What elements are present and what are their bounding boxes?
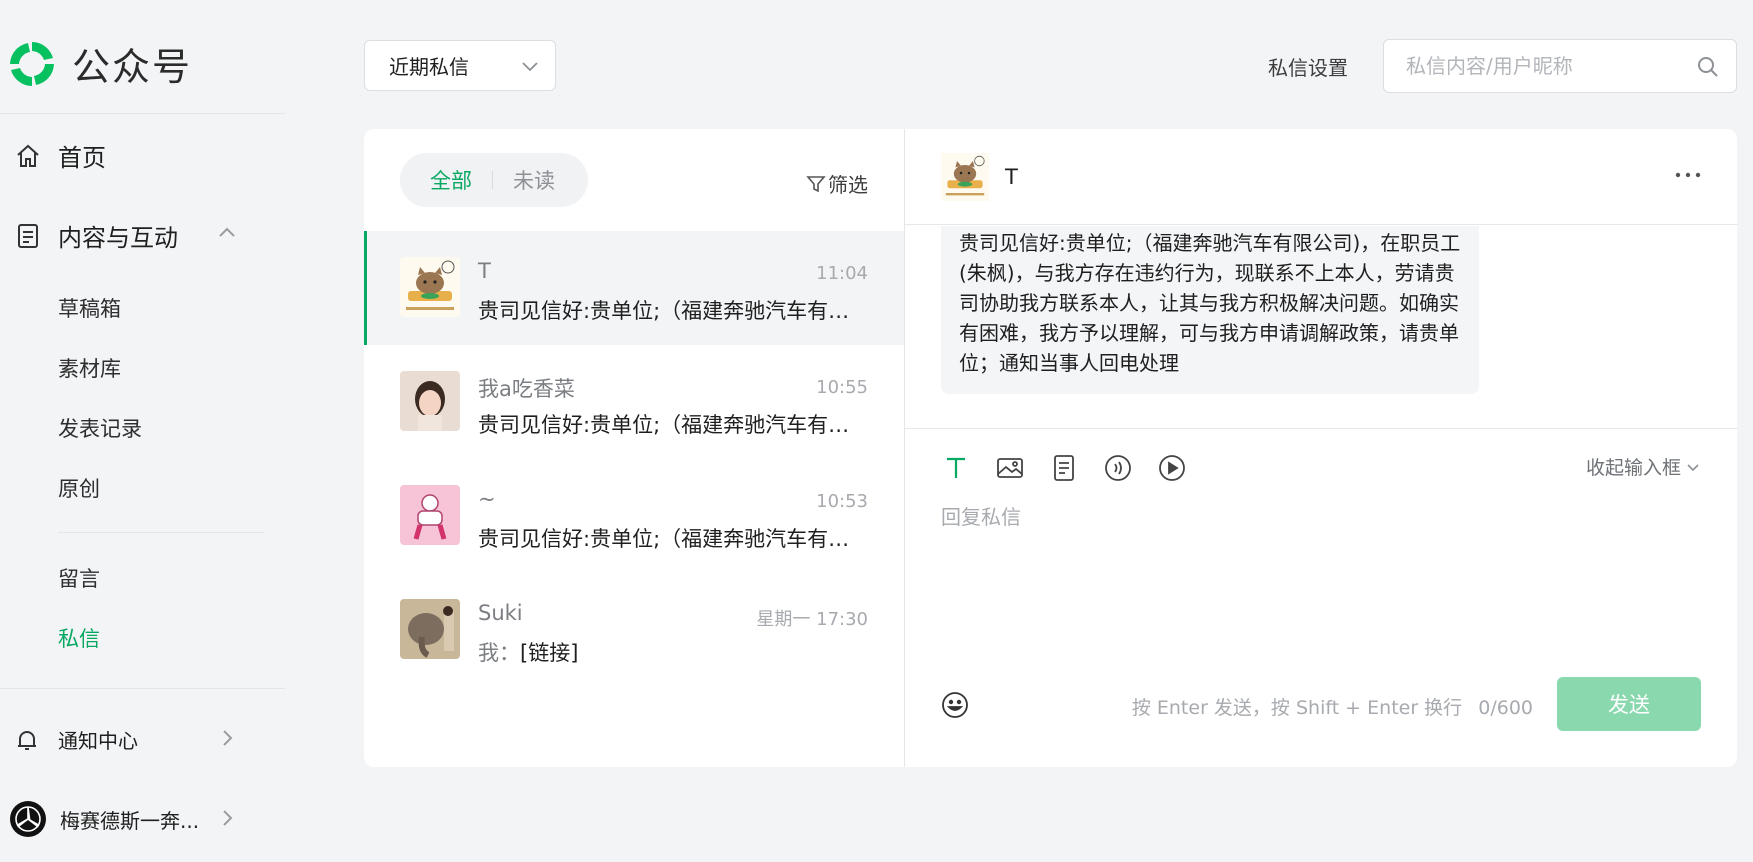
nav-notification-center[interactable]: 通知中心 (14, 725, 244, 754)
chat-contact-name: T (1005, 165, 1018, 189)
sidebar-item-direct-messages[interactable]: 私信 (58, 623, 100, 653)
conversation-time: 星期一 17:30 (756, 609, 868, 630)
conversation-name: T (478, 259, 491, 283)
conversation-preview: 我：[链接] (478, 637, 858, 667)
search-input[interactable] (1406, 52, 1686, 80)
avatar (400, 485, 460, 545)
wechat-mp-logo-icon (10, 41, 54, 86)
chevron-right-icon (223, 810, 233, 826)
nav-content-label: 内容与互动 (58, 224, 178, 252)
sidebar-item-comments[interactable]: 留言 (58, 563, 100, 593)
tab-unread[interactable]: 未读 (513, 165, 555, 195)
preview-text: [链接] (520, 641, 579, 665)
filter-label: 筛选 (828, 173, 868, 197)
divider (58, 532, 264, 533)
bell-icon (18, 730, 36, 750)
conversation-preview: 贵司见信好:贵单位;（福建奔驰汽车有限公司)，在职员工(朱枫)，与我方存在违约行… (478, 527, 858, 551)
filter-button[interactable]: 筛选 (806, 169, 868, 198)
dm-settings-link[interactable]: 私信设置 (1268, 52, 1348, 81)
conversation-time: 11:04 (816, 263, 868, 284)
more-options-icon[interactable] (1674, 165, 1702, 185)
search-box[interactable] (1383, 39, 1737, 93)
avatar[interactable] (941, 153, 989, 201)
sidebar-item-assets[interactable]: 素材库 (58, 353, 121, 383)
send-button[interactable]: 发送 (1557, 677, 1701, 731)
cat-cartoon-avatar-icon (941, 153, 989, 201)
preview-sender-prefix: 我： (478, 641, 520, 665)
conversation-preview: 贵司见信好:贵单位;（福建奔驰汽车有限公司)，在职员工(朱枫)，与我方存在违约行… (478, 413, 858, 437)
chat-header: T (905, 129, 1738, 225)
message-range-value: 近期私信 (389, 55, 469, 79)
document-icon (18, 223, 38, 248)
emoji-icon[interactable] (941, 691, 969, 719)
mercedes-star-icon (15, 806, 41, 832)
conversation-time: 10:55 (816, 377, 868, 398)
message-history[interactable]: 贵司见信好:贵单位;（福建奔驰汽车有限公司)，在职员工(朱枫)，与我方存在违约行… (905, 226, 1738, 429)
message-bubble: 贵司见信好:贵单位;（福建奔驰汽车有限公司)，在职员工(朱枫)，与我方存在违约行… (941, 226, 1479, 394)
chevron-down-icon (1687, 463, 1699, 471)
chevron-down-icon (522, 62, 538, 72)
user-photo-avatar-icon (400, 371, 460, 431)
tab-all[interactable]: 全部 (430, 165, 472, 195)
chevron-up-icon (219, 227, 235, 237)
conversation-item[interactable]: T 11:04 贵司见信好:贵单位;（福建奔驰汽车有限公司)，在职员工(朱枫)，… (364, 231, 904, 345)
brand-logo[interactable]: 公众号 (6, 36, 192, 91)
chevron-right-icon (223, 730, 233, 746)
conversation-time: 10:53 (816, 491, 868, 512)
avatar (400, 371, 460, 431)
article-icon[interactable] (1049, 453, 1079, 483)
conversation-preview: 贵司见信好:贵单位;（福建奔驰汽车有限公司)，在职员工(朱枫)，与我方存在违约行… (478, 299, 858, 323)
conversation-item[interactable]: ~ 10:53 贵司见信好:贵单位;（福建奔驰汽车有限公司)，在职员工(朱枫)，… (364, 459, 904, 573)
message-range-select[interactable]: 近期私信 (364, 40, 556, 91)
video-icon[interactable] (1157, 453, 1187, 483)
nav-notification-label: 通知中心 (58, 729, 138, 753)
collapse-input-button[interactable]: 收起输入框 (1586, 453, 1701, 480)
cat-cartoon-avatar-icon (400, 257, 460, 317)
cartoon-character-avatar-icon (400, 485, 460, 545)
home-icon (17, 144, 39, 167)
divider (0, 688, 285, 689)
search-icon[interactable] (1696, 55, 1720, 79)
divider (492, 171, 493, 189)
divider (0, 113, 285, 114)
conversation-name: 我a吃香菜 (478, 377, 575, 401)
account-switcher[interactable]: 梅赛德斯一奔... (10, 801, 244, 837)
read-filter-tabs: 全部 未读 (400, 153, 588, 207)
conversation-item[interactable]: 我a吃香菜 10:55 贵司见信好:贵单位;（福建奔驰汽车有限公司)，在职员工(… (364, 345, 904, 459)
collapse-input-label: 收起输入框 (1585, 457, 1681, 479)
brand-name: 公众号 (72, 45, 193, 89)
sidebar: 公众号 首页 内容与互动 草稿箱 素材库 发表记录 原创 留言 私信 通知中心 (0, 0, 288, 862)
nav-home-label: 首页 (58, 144, 106, 172)
account-name: 梅赛德斯一奔... (60, 808, 200, 833)
nav-content-interaction[interactable]: 内容与互动 (14, 218, 244, 253)
sidebar-item-original[interactable]: 原创 (58, 473, 100, 503)
nav-home[interactable]: 首页 (14, 138, 106, 173)
sidebar-item-drafts[interactable]: 草稿箱 (58, 293, 121, 323)
elephant-photo-avatar-icon (400, 599, 460, 659)
avatar (400, 599, 460, 659)
conversation-item[interactable]: Suki 星期一 17:30 我：[链接] (364, 573, 904, 687)
audio-icon[interactable] (1103, 453, 1133, 483)
text-format-icon[interactable] (941, 453, 971, 483)
avatar (400, 257, 460, 317)
character-counter: 0/600 (1478, 697, 1533, 719)
account-avatar (10, 801, 46, 837)
conversation-list-panel: 全部 未读 筛选 T 11:04 贵司见信好:贵单位;（福建奔驰汽车有限公司)，… (364, 129, 904, 767)
image-icon[interactable] (995, 453, 1025, 483)
send-shortcut-hint: 按 Enter 发送，按 Shift + Enter 换行 (1131, 697, 1463, 719)
filter-icon (806, 175, 826, 192)
conversation-name: ~ (478, 487, 496, 511)
chat-panel: T 贵司见信好:贵单位;（福建奔驰汽车有限公司)，在职员工(朱枫)，与我方存在违… (904, 129, 1738, 767)
composer-toolbar (941, 453, 1211, 483)
reply-input[interactable] (941, 501, 1701, 651)
conversation-name: Suki (478, 601, 523, 625)
sidebar-item-publish-history[interactable]: 发表记录 (58, 413, 142, 443)
send-hint: 按 Enter 发送，按 Shift + Enter 换行 0/600 (1132, 693, 1533, 720)
